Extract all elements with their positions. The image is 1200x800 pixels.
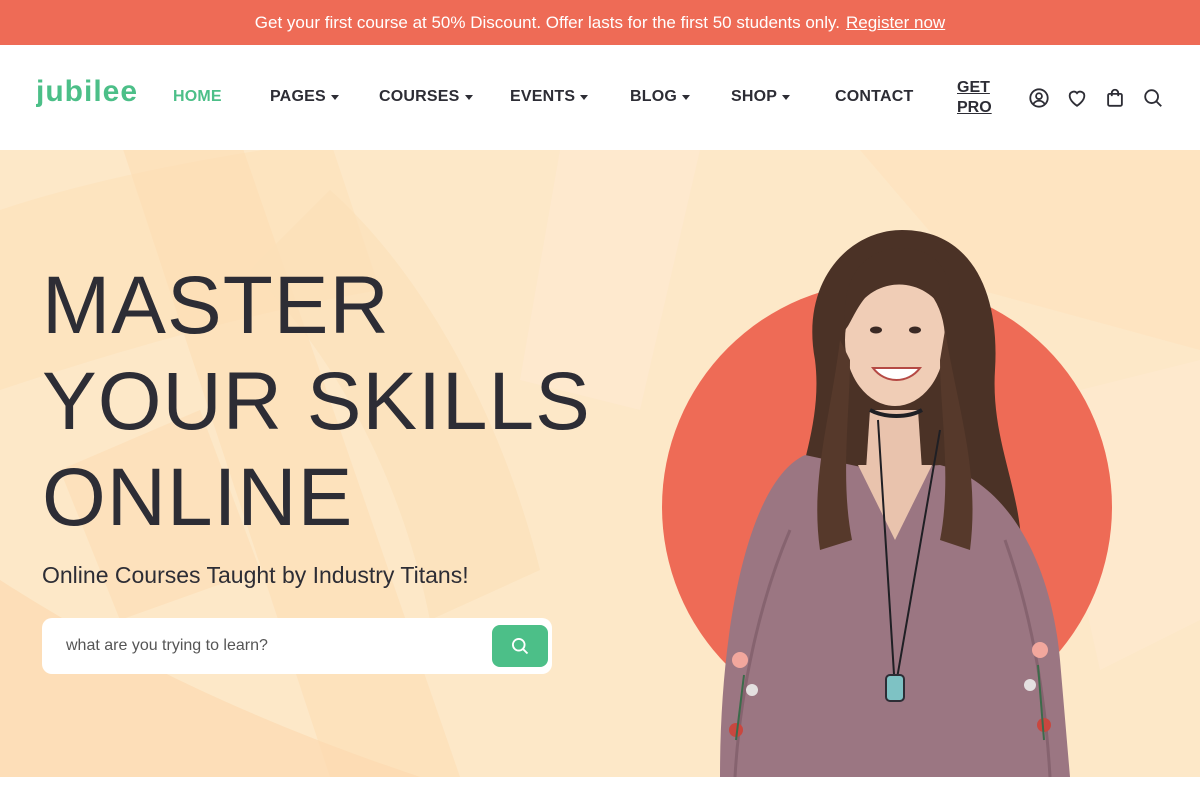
hero-subtitle: Online Courses Taught by Industry Titans… [42,562,469,588]
search-icon [512,638,529,655]
get-pro-link[interactable]: GET PRO [957,78,997,118]
nav-events-label: EVENTS [510,88,576,105]
hero-bottom-edge [0,777,1200,800]
nav-pages[interactable]: PAGES [270,88,339,106]
headline-line-3: ONLINE [42,452,354,543]
headline-line-1: MASTER [42,260,390,351]
register-now-link[interactable]: Register now [846,13,945,33]
heart-icon[interactable] [1066,87,1088,109]
caret-down-icon [782,94,791,100]
announcement-bar: Get your first course at 50% Discount. O… [0,0,1200,45]
nav-home-label: HOME [173,88,222,105]
nav-pages-label: PAGES [270,88,326,105]
nav-contact[interactable]: CONTACT [835,88,913,106]
nav-events[interactable]: EVENTS [510,88,589,106]
nav-courses-label: COURSES [379,88,460,105]
nav-contact-label: CONTACT [835,88,914,105]
get-pro-line2: PRO [957,99,992,116]
nav-blog-label: BLOG [630,88,678,105]
course-search-input[interactable] [42,618,482,674]
caret-down-icon [464,94,473,100]
get-pro-line1: GET [957,79,990,96]
hero-headline: MASTER YOUR SKILLS ONLINE [42,258,591,546]
svg-text:jubilee: jubilee [36,75,138,107]
caret-down-icon [330,94,339,100]
nav-blog[interactable]: BLOG [630,88,691,106]
hero-section: MASTER YOUR SKILLS ONLINE Online Courses… [0,150,1200,777]
jubilee-logo[interactable]: jubilee [36,75,158,107]
caret-down-icon [580,94,589,100]
nav-shop[interactable]: SHOP [731,88,791,106]
user-icon[interactable] [1028,87,1050,109]
course-search-box [42,618,552,674]
nav-shop-label: SHOP [731,88,778,105]
caret-down-icon [682,94,691,100]
site-header: jubilee HOME PAGES COURSES EVENTS BLOG S… [0,45,1200,150]
shopping-bag-icon[interactable] [1104,87,1126,109]
search-submit-button[interactable] [492,625,548,667]
nav-courses[interactable]: COURSES [379,88,473,106]
nav-home[interactable]: HOME [173,88,222,106]
headline-line-2: YOUR SKILLS [42,356,591,447]
hero-student-image [662,230,1112,777]
search-icon[interactable] [1142,87,1164,109]
announcement-text: Get your first course at 50% Discount. O… [254,12,840,32]
